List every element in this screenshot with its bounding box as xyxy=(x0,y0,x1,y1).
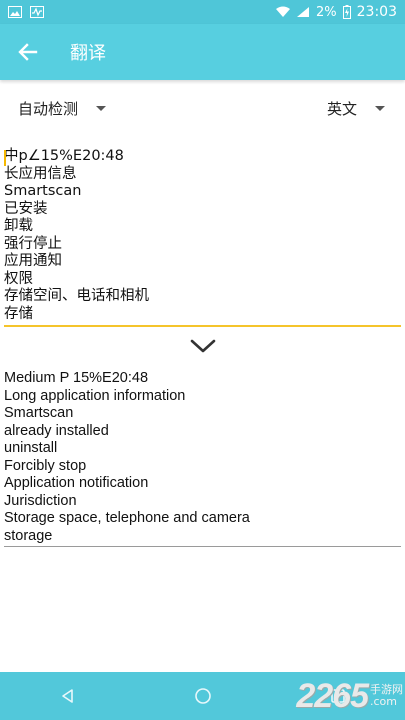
clock: 23:03 xyxy=(356,4,397,20)
battery-charging-icon xyxy=(342,5,351,19)
source-text-input[interactable]: 中p∠15%E20:48 长应用信息 Smartscan 已安装 卸载 强行停止 应用通知权… xyxy=(4,148,401,328)
result-text-line: Medium P 15%E20:48 xyxy=(4,370,149,386)
result-text-line: Jurisdiction xyxy=(4,492,77,509)
source-text-line: 存储 xyxy=(4,305,33,322)
dropdown-triangle-icon xyxy=(375,105,385,111)
chevron-down-icon xyxy=(190,339,216,353)
signal-icon xyxy=(297,7,310,17)
result-text-line: Long application information xyxy=(4,387,186,404)
battery-percent: 2% xyxy=(316,4,337,20)
site-watermark: 2265 手游网 .com xyxy=(253,674,403,718)
page-title: 翻译 xyxy=(70,43,106,64)
nav-back-button[interactable] xyxy=(44,672,92,720)
source-text-line: 长应用信息 xyxy=(4,165,77,182)
app-bar: 翻译 xyxy=(0,24,405,80)
dropdown-triangle-icon xyxy=(96,105,107,111)
wifi-icon xyxy=(276,6,291,17)
back-triangle-icon xyxy=(61,689,73,703)
source-text-line: 权限 xyxy=(4,270,33,287)
result-text-line: Forcibly stop xyxy=(4,457,87,474)
nav-home-button[interactable] xyxy=(179,672,227,720)
translation-result: Medium P 15%E20:48 Long application infor… xyxy=(4,370,401,545)
watermark-site-en: .com xyxy=(370,695,397,708)
activity-icon xyxy=(30,6,44,18)
home-circle-icon xyxy=(194,688,211,704)
source-text-line: 卸载 xyxy=(4,218,33,234)
source-text-line: 强行停止 xyxy=(4,235,62,252)
result-text-line: already installed xyxy=(4,422,109,439)
status-bar: 2% 23:03 xyxy=(0,0,405,24)
result-text-line: uninstall xyxy=(4,440,58,456)
text-cursor xyxy=(4,150,6,166)
result-text-line: Storage space, telephone and camera xyxy=(4,510,250,526)
source-language-label: 自动检测 xyxy=(18,99,79,118)
source-text-line: Smartscan xyxy=(4,183,82,199)
result-text-line: storage xyxy=(4,527,53,544)
target-language-dropdown[interactable]: 英文 xyxy=(327,98,385,119)
source-text-line: 应用通知 xyxy=(4,253,62,269)
source-text-line: 存储空间、电话和相机 xyxy=(4,288,149,304)
back-button[interactable] xyxy=(0,24,56,80)
target-language-label: 英文 xyxy=(326,99,357,118)
input-underline xyxy=(4,325,401,327)
source-text-line: 中p∠15%E20:48 xyxy=(4,148,124,164)
source-text-line: 已安装 xyxy=(4,200,48,217)
translate-button[interactable] xyxy=(186,334,220,358)
image-icon xyxy=(8,6,22,18)
result-text-line: Application notification xyxy=(4,475,149,491)
result-underline xyxy=(4,546,401,547)
result-text-line: Smartscan xyxy=(4,405,74,421)
arrow-left-icon xyxy=(18,43,38,61)
language-bar: 自动检测 英文 xyxy=(0,86,405,130)
watermark-number: 2265 xyxy=(296,676,369,715)
source-language-dropdown[interactable]: 自动检测 xyxy=(18,98,107,119)
